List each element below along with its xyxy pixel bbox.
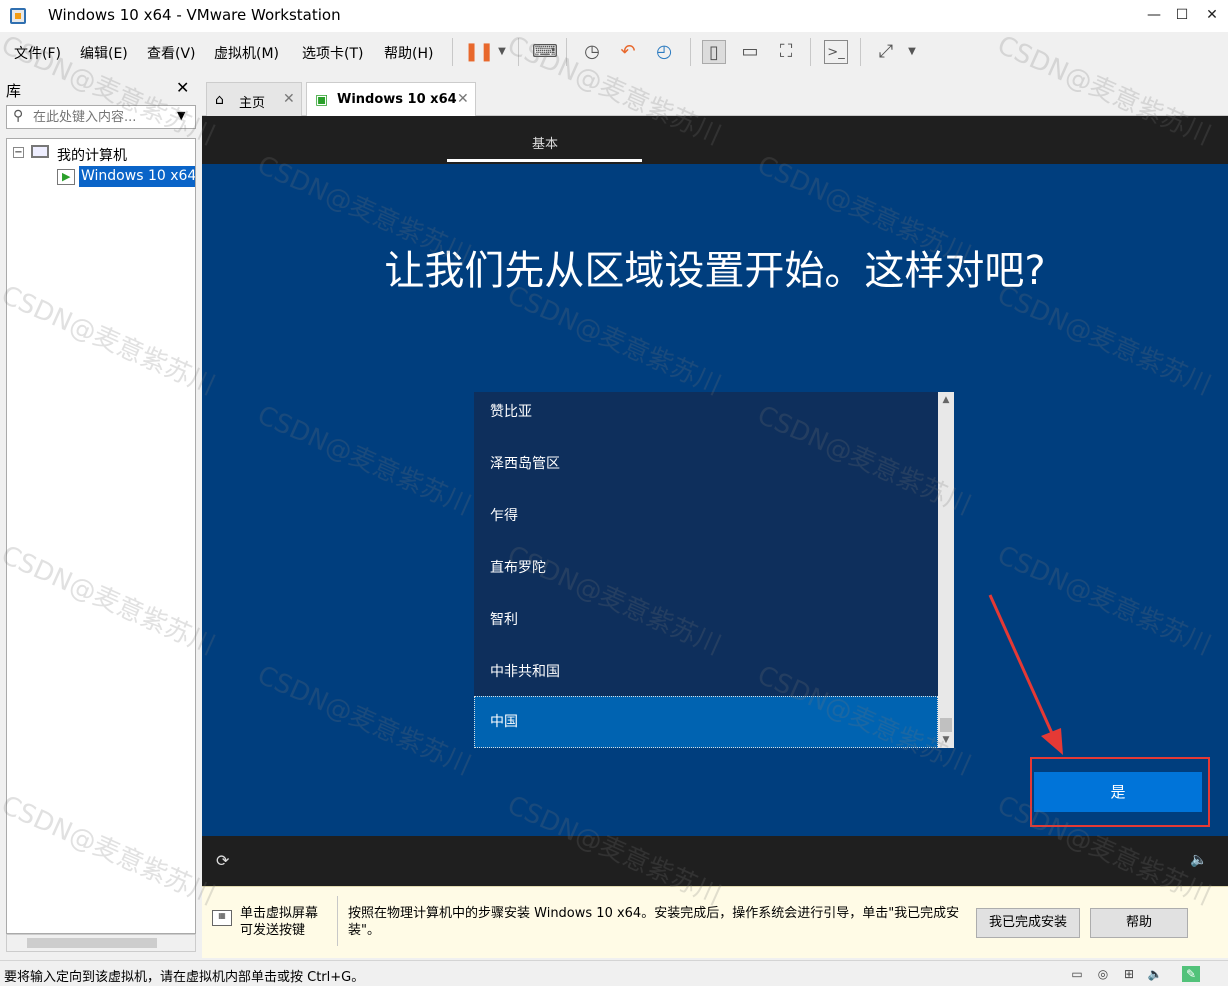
menu-view[interactable]: 查看(V) — [147, 43, 196, 63]
annotation-highlight-box — [1030, 757, 1210, 827]
library-horizontal-scrollbar[interactable] — [6, 934, 196, 952]
message-log-icon[interactable]: ✎ — [1182, 966, 1200, 982]
toolbar-separator — [860, 38, 861, 66]
list-item[interactable]: 乍得 — [474, 490, 938, 542]
vmware-logo-icon — [10, 8, 26, 24]
revert-snapshot-icon[interactable]: ↶ — [616, 40, 640, 64]
library-title: 库 — [6, 82, 22, 100]
library-close-icon[interactable]: ✕ — [176, 78, 189, 97]
library-search[interactable]: ⚲ ▼ — [6, 105, 196, 129]
scrollbar-thumb[interactable] — [27, 938, 157, 948]
menu-file[interactable]: 文件(F) — [14, 43, 61, 63]
snapshot-icon[interactable]: ◷ — [580, 40, 604, 64]
power-dropdown-icon[interactable]: ▼ — [490, 40, 514, 64]
keyboard-icon: ▦ — [212, 910, 232, 926]
stretch-icon[interactable]: ⤢ — [874, 40, 898, 64]
vm-top-band — [202, 116, 1228, 164]
tab-bar: ⌂ 主页 ✕ ▣ Windows 10 x64 ✕ — [202, 76, 1228, 117]
list-item[interactable]: 智利 — [474, 594, 938, 646]
toolbar-separator — [518, 38, 519, 66]
finished-install-button[interactable]: 我已完成安装 — [976, 908, 1080, 938]
tab-vm[interactable]: ▣ Windows 10 x64 ✕ — [306, 82, 476, 117]
status-text: 要将输入定向到该虚拟机，请在虚拟机内部单击或按 Ctrl+G。 — [4, 970, 365, 985]
search-icon: ⚲ — [13, 108, 24, 124]
region-list[interactable]: 赞比亚 泽西岛管区 乍得 直布罗陀 智利 中非共和国 中国 ▲ ▼ — [474, 392, 954, 748]
help-button[interactable]: 帮助 — [1090, 908, 1188, 938]
sound-icon[interactable]: 🔈 — [1146, 966, 1164, 982]
computer-icon — [31, 145, 49, 158]
tab-label: Windows 10 x64 — [337, 92, 457, 107]
annotation-arrow — [988, 594, 1063, 755]
region-list-scrollbar[interactable]: ▲ ▼ — [938, 392, 954, 748]
tab-home[interactable]: ⌂ 主页 ✕ — [206, 82, 302, 116]
network-icon[interactable]: ⊞ — [1120, 966, 1138, 982]
toolbar-separator — [690, 38, 691, 66]
pause-icon[interactable]: ❚❚ — [464, 40, 494, 64]
menu-tabs[interactable]: 选项卡(T) — [302, 43, 363, 63]
scroll-down-icon[interactable]: ▼ — [938, 732, 954, 748]
tree-collapse-icon[interactable]: − — [13, 147, 24, 158]
console-view-icon[interactable]: >_ — [824, 40, 848, 64]
scrollbar-thumb[interactable] — [940, 718, 952, 732]
maximize-button[interactable]: ☐ — [1166, 0, 1198, 30]
status-bar: 要将输入定向到该虚拟机，请在虚拟机内部单击或按 Ctrl+G。 ▭ ◎ ⊞ 🔈 … — [0, 960, 1228, 986]
list-item[interactable]: 泽西岛管区 — [474, 438, 938, 490]
tab-label: 主页 — [239, 96, 266, 111]
list-item[interactable]: 直布罗陀 — [474, 542, 938, 594]
send-ctrl-alt-del-icon[interactable]: ⌨ — [532, 40, 558, 64]
setup-heading: 让我们先从区域设置开始。这样对吧? — [384, 248, 1046, 294]
menu-vm[interactable]: 虚拟机(M) — [214, 43, 279, 63]
list-item[interactable]: 赞比亚 — [474, 392, 938, 438]
menu-edit[interactable]: 编辑(E) — [80, 43, 128, 63]
scroll-up-icon[interactable]: ▲ — [938, 392, 954, 408]
menu-bar: 文件(F) 编辑(E) 查看(V) 虚拟机(M) 选项卡(T) 帮助(H) ❚❚… — [0, 32, 1228, 72]
vm-icon: ▣ — [315, 92, 329, 108]
window-title: Windows 10 x64 - VMware Workstation — [48, 6, 341, 24]
menu-help[interactable]: 帮助(H) — [384, 43, 433, 63]
accessibility-icon[interactable]: ⟳ — [216, 851, 229, 870]
stretch-dropdown-icon[interactable]: ▼ — [900, 40, 924, 64]
volume-icon[interactable]: 🔈 — [1190, 852, 1207, 868]
cd-drive-icon[interactable]: ◎ — [1094, 966, 1112, 982]
vm-bottom-band — [202, 836, 1228, 886]
hint-main-text: 按照在物理计算机中的步骤安装 Windows 10 x64。安装完成后，操作系统… — [348, 906, 960, 938]
list-item[interactable]: 中非共和国 — [474, 646, 938, 698]
hard-disk-icon[interactable]: ▭ — [1068, 966, 1086, 982]
list-item-selected[interactable]: 中国 — [474, 696, 938, 748]
toolbar-separator — [566, 38, 567, 66]
snapshot-manager-icon[interactable]: ◴ — [652, 40, 676, 64]
setup-step-label: 基本 — [531, 137, 558, 152]
vm-running-icon — [57, 169, 75, 185]
title-bar: Windows 10 x64 - VMware Workstation — ☐ … — [0, 0, 1228, 32]
library-tree: − 我的计算机 Windows 10 x64 — [6, 138, 196, 934]
library-search-input[interactable] — [33, 107, 173, 127]
fullscreen-icon[interactable]: ⛶ — [774, 40, 798, 64]
chevron-down-icon[interactable]: ▼ — [177, 109, 185, 122]
home-icon: ⌂ — [215, 92, 224, 108]
library-header: 库 ✕ — [0, 76, 198, 104]
tab-close-icon[interactable]: ✕ — [283, 91, 295, 107]
hint-click-text: 单击虚拟屏幕 可发送按键 — [240, 906, 319, 938]
thumbnail-bar-icon[interactable]: ▭ — [738, 40, 762, 64]
show-library-icon[interactable]: ▯ — [702, 40, 726, 64]
step-underline — [447, 159, 642, 162]
tree-item-vm[interactable]: Windows 10 x64 — [79, 166, 195, 187]
toolbar-separator — [810, 38, 811, 66]
close-button[interactable]: ✕ — [1196, 0, 1228, 30]
tree-item-my-computer[interactable]: 我的计算机 — [57, 145, 127, 165]
tab-close-icon[interactable]: ✕ — [457, 91, 469, 107]
hint-separator — [337, 896, 338, 946]
toolbar-separator — [452, 38, 453, 66]
